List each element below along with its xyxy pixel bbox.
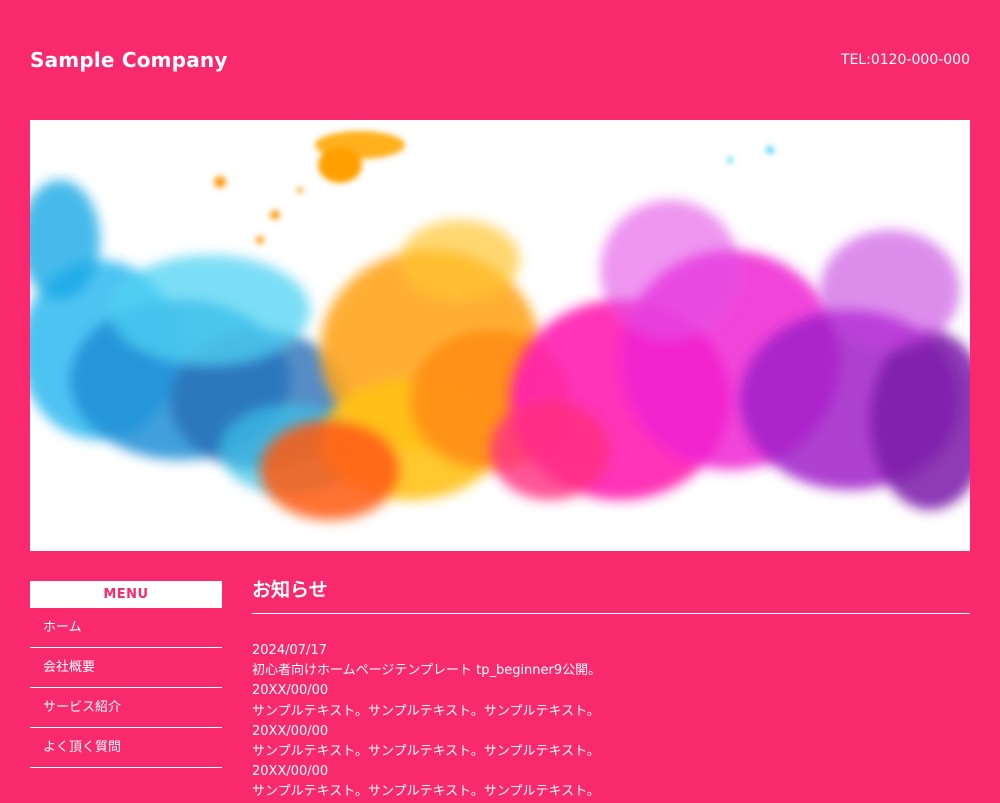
main-content: お知らせ 2024/07/17 初心者向けホームページテンプレート tp_beg… — [252, 576, 970, 803]
menu-item-faq[interactable]: よく頂く質問 — [30, 728, 222, 768]
news-date: 20XX/00/00 — [252, 723, 329, 739]
phone-number: TEL:0120-000-000 — [840, 52, 970, 68]
news-heading: お知らせ — [252, 576, 970, 614]
site-logo[interactable]: Sample Company — [30, 47, 228, 73]
news-text: サンプルテキスト。サンプルテキスト。サンプルテキスト。 — [252, 744, 600, 760]
menu-item-label[interactable]: サービス紹介 — [30, 688, 222, 728]
menu-item-label[interactable]: よく頂く質問 — [30, 728, 222, 768]
news-date: 20XX/00/00 — [252, 683, 329, 699]
menu-item-label[interactable]: ホーム — [30, 608, 222, 648]
news-text: 初心者向けホームページテンプレート tp_beginner9公開。 — [252, 663, 602, 679]
ink-smoke-illustration — [30, 120, 970, 551]
side-menu: MENU ホーム 会社概要 サービス紹介 よく頂く質問 — [30, 581, 222, 768]
menu-item-services[interactable]: サービス紹介 — [30, 688, 222, 728]
menu-item-label[interactable]: 会社概要 — [30, 648, 222, 688]
menu-item-home[interactable]: ホーム — [30, 608, 222, 648]
news-date: 2024/07/17 — [252, 643, 327, 658]
news-date: 20XX/00/00 — [252, 764, 329, 780]
menu-title: MENU — [30, 581, 222, 608]
menu-item-company[interactable]: 会社概要 — [30, 648, 222, 688]
hero-image — [30, 120, 970, 551]
news-text: サンプルテキスト。サンプルテキスト。サンプルテキスト。 — [252, 703, 600, 719]
news-list: 2024/07/17 初心者向けホームページテンプレート tp_beginner… — [252, 641, 970, 803]
